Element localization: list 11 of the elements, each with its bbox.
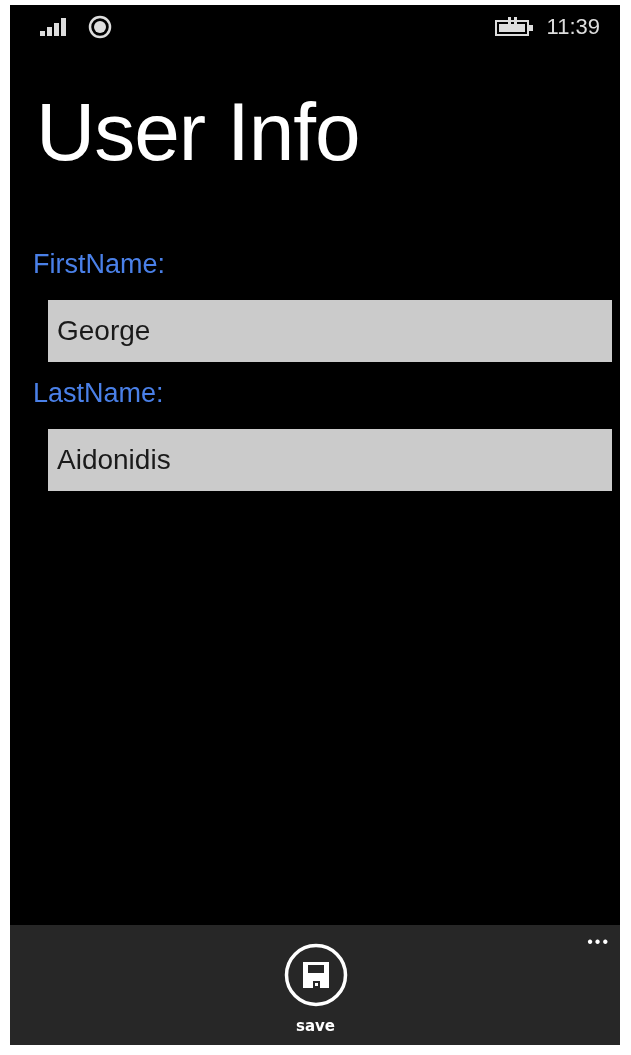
status-time: 11:39 xyxy=(546,14,600,40)
floppy-disk-icon xyxy=(283,943,348,1007)
more-button[interactable]: ••• xyxy=(587,933,610,951)
field-label: LastName: xyxy=(33,380,165,407)
battery-charging-icon xyxy=(494,17,535,37)
location-icon xyxy=(88,15,112,39)
field-label: FirstName: xyxy=(33,251,166,278)
save-button[interactable]: save xyxy=(283,925,348,1045)
text-field[interactable]: Aidonidis xyxy=(48,429,612,491)
page-title: User Info xyxy=(36,91,361,173)
text-field[interactable]: George xyxy=(48,300,612,362)
